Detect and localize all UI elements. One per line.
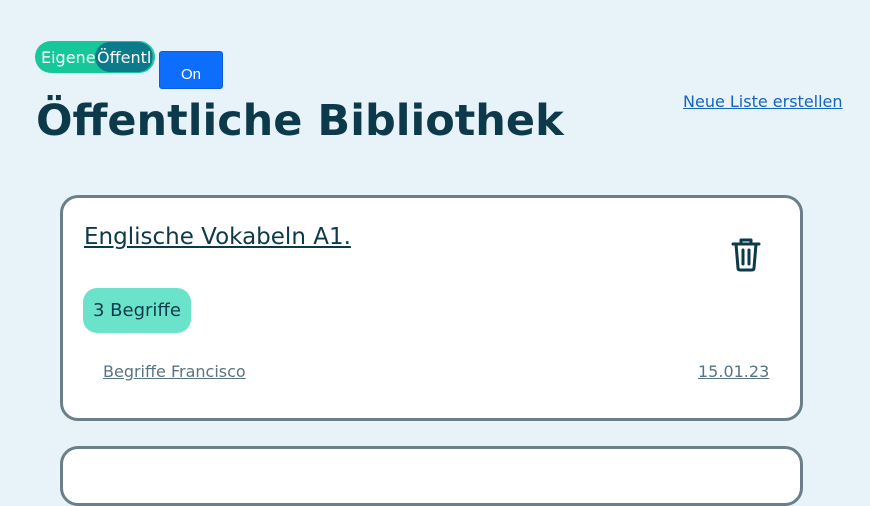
on-button[interactable]: On [159,51,223,89]
toggle-option-own[interactable]: Eigene [41,48,96,67]
new-list-link[interactable]: Neue Liste erstellen [683,92,843,111]
list-title-link[interactable]: Englische Vokabeln A1. [84,224,351,250]
page-title: Öffentliche Bibliothek [36,96,564,146]
author-link[interactable]: Begriffe Francisco [103,362,246,381]
list-card: Englische Vokabeln A1. 3 Begriffe Begrif… [60,195,803,421]
list-card-next [60,446,803,506]
date-link[interactable]: 15.01.23 [698,362,769,381]
trash-icon[interactable] [729,236,763,272]
toggle-option-public[interactable]: Öffentli [97,48,153,67]
library-scope-toggle[interactable]: Eigene Öffentli [35,41,155,73]
term-count-badge: 3 Begriffe [83,288,191,333]
